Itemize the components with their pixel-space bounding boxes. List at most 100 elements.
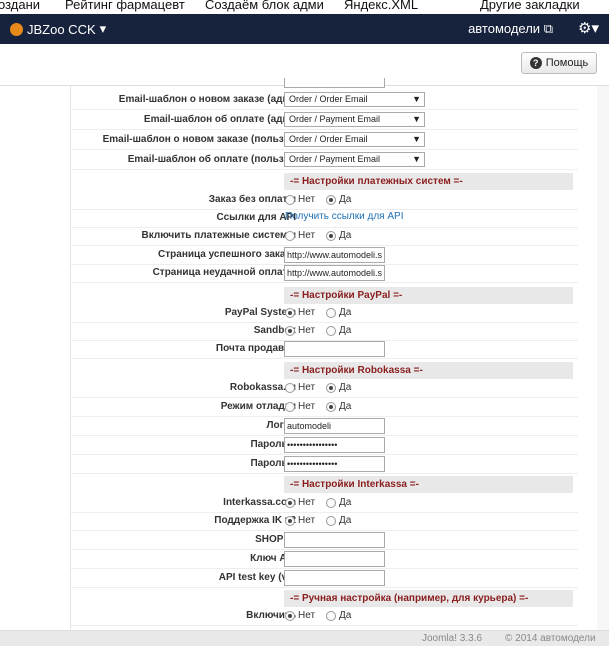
field-label: Страница успешного заказа bbox=[158, 249, 296, 260]
api-links-link[interactable]: Получить ссылки для API bbox=[285, 211, 403, 222]
field-label: Поддержка IK v2 bbox=[214, 515, 296, 526]
radio-no[interactable] bbox=[285, 497, 295, 508]
yes-no-radio: Нет Да bbox=[285, 307, 351, 318]
field-label: Email-шаблон об оплате (адм.) bbox=[143, 114, 296, 125]
yes-no-radio: Нет Да bbox=[285, 230, 351, 241]
text-input[interactable]: automodeli bbox=[284, 418, 385, 434]
row-divider bbox=[71, 129, 578, 130]
radio-no[interactable] bbox=[285, 230, 295, 241]
dropdown-arrow-icon: ▼ bbox=[412, 154, 421, 164]
section-header: -= Настройки Interkassa =- bbox=[284, 476, 573, 493]
bookmark-2[interactable]: Рейтинг фармацевт bbox=[65, 0, 185, 12]
radio-label: Да bbox=[339, 382, 352, 393]
text-input[interactable]: •••••••••••••••• bbox=[284, 437, 385, 453]
footer-version: Joomla! 3.3.6 bbox=[422, 633, 483, 644]
site-link[interactable]: автомодели ⧉ bbox=[468, 21, 553, 37]
radio-yes[interactable] bbox=[326, 230, 337, 241]
radio-label: Нет bbox=[298, 382, 316, 393]
row-divider bbox=[71, 358, 578, 359]
brand-label: JBZoo CCK bbox=[27, 21, 96, 37]
radio-yes[interactable] bbox=[326, 194, 337, 205]
radio-label: Да bbox=[339, 230, 352, 241]
help-button[interactable]: ? Помощь bbox=[521, 52, 597, 74]
row-divider bbox=[71, 549, 578, 550]
template-select[interactable]: Order / Payment Email ▼ bbox=[284, 112, 425, 127]
bookmark-1[interactable]: оздани bbox=[0, 0, 40, 12]
text-input[interactable] bbox=[284, 532, 385, 548]
row-divider bbox=[71, 587, 578, 588]
radio-label: Нет bbox=[298, 610, 316, 621]
row-divider bbox=[71, 149, 578, 150]
field-label: Включить платежные системы bbox=[141, 230, 296, 241]
row-divider bbox=[71, 512, 578, 513]
row-divider bbox=[71, 435, 578, 436]
radio-yes[interactable] bbox=[326, 307, 337, 318]
radio-label: Нет bbox=[298, 497, 316, 508]
radio-no[interactable] bbox=[285, 382, 295, 393]
bookmarks-bar: оздани Рейтинг фармацевт Создаём блок ад… bbox=[0, 0, 609, 14]
radio-label: Да bbox=[339, 610, 352, 621]
radio-yes[interactable] bbox=[326, 401, 337, 412]
text-input[interactable] bbox=[284, 551, 385, 567]
joomla-logo-icon bbox=[10, 22, 23, 36]
row-divider bbox=[71, 397, 578, 398]
select-value: Order / Order Email bbox=[289, 134, 368, 144]
radio-no[interactable] bbox=[285, 610, 295, 621]
site-label: автомодели bbox=[468, 21, 541, 36]
radio-label: Нет bbox=[298, 515, 316, 526]
radio-no[interactable] bbox=[285, 515, 295, 526]
field-label: Страница неудачной оплаты bbox=[152, 267, 296, 278]
row-divider bbox=[71, 625, 578, 626]
text-input[interactable] bbox=[284, 570, 385, 586]
text-input[interactable] bbox=[284, 341, 385, 357]
select-value: Order / Payment Email bbox=[289, 114, 381, 124]
radio-yes[interactable] bbox=[326, 382, 337, 393]
template-select[interactable]: Order / Order Email ▼ bbox=[284, 132, 425, 147]
section-header: -= Настройки платежных систем =- bbox=[284, 173, 573, 190]
radio-yes[interactable] bbox=[326, 610, 337, 621]
dropdown-arrow-icon: ▼ bbox=[412, 94, 421, 104]
radio-label: Да bbox=[339, 307, 352, 318]
select-value: Order / Order Email bbox=[289, 94, 368, 104]
text-input[interactable]: •••••••••••••••• bbox=[284, 456, 385, 472]
row-divider bbox=[71, 209, 578, 210]
radio-no[interactable] bbox=[285, 194, 295, 205]
text-input[interactable]: http://www.automodeli.s bbox=[284, 265, 385, 281]
radio-yes[interactable] bbox=[326, 325, 337, 336]
text-input[interactable]: http://www.automodeli.s bbox=[284, 247, 385, 263]
field-label: Email-шаблон о новом заказе (адм.) bbox=[118, 94, 296, 105]
template-select[interactable]: Order / Order Email ▼ bbox=[284, 92, 425, 107]
bookmark-other[interactable]: Другие закладки bbox=[480, 0, 580, 12]
scrollbar[interactable] bbox=[597, 86, 609, 630]
radio-no[interactable] bbox=[285, 307, 295, 318]
partial-input[interactable] bbox=[284, 78, 385, 88]
radio-label: Да bbox=[339, 194, 352, 205]
row-divider bbox=[71, 227, 578, 228]
bookmark-4[interactable]: Яндекс.XML bbox=[344, 0, 418, 12]
radio-label: Да bbox=[339, 325, 352, 336]
row-divider bbox=[71, 109, 578, 110]
brand-menu[interactable]: JBZoo CCK ▾ bbox=[10, 21, 106, 37]
question-icon: ? bbox=[529, 57, 542, 69]
radio-label: Нет bbox=[298, 307, 316, 318]
radio-no[interactable] bbox=[285, 325, 295, 336]
radio-label: Да bbox=[339, 497, 352, 508]
yes-no-radio: Нет Да bbox=[285, 382, 351, 393]
bookmark-3[interactable]: Создаём блок адми bbox=[205, 0, 324, 12]
radio-no[interactable] bbox=[285, 401, 295, 412]
field-label: Заказ без оплаты bbox=[208, 194, 296, 205]
radio-yes[interactable] bbox=[326, 497, 337, 508]
radio-label: Нет bbox=[298, 325, 316, 336]
section-header: -= Настройки Robokassa =- bbox=[284, 362, 573, 379]
radio-yes[interactable] bbox=[326, 515, 337, 526]
row-divider bbox=[71, 568, 578, 569]
yes-no-radio: Нет Да bbox=[285, 610, 351, 621]
field-label: Email-шаблон об оплате (пользв.) bbox=[127, 154, 296, 165]
radio-label: Нет bbox=[298, 401, 316, 412]
template-select[interactable]: Order / Payment Email ▼ bbox=[284, 152, 425, 167]
row-divider bbox=[71, 282, 578, 283]
section-header: -= Ручная настройка (например, для курье… bbox=[284, 590, 573, 607]
radio-label: Нет bbox=[298, 230, 316, 241]
caret-down-icon: ▾ bbox=[99, 21, 107, 36]
gear-icon[interactable]: ⚙▾ bbox=[578, 19, 599, 37]
